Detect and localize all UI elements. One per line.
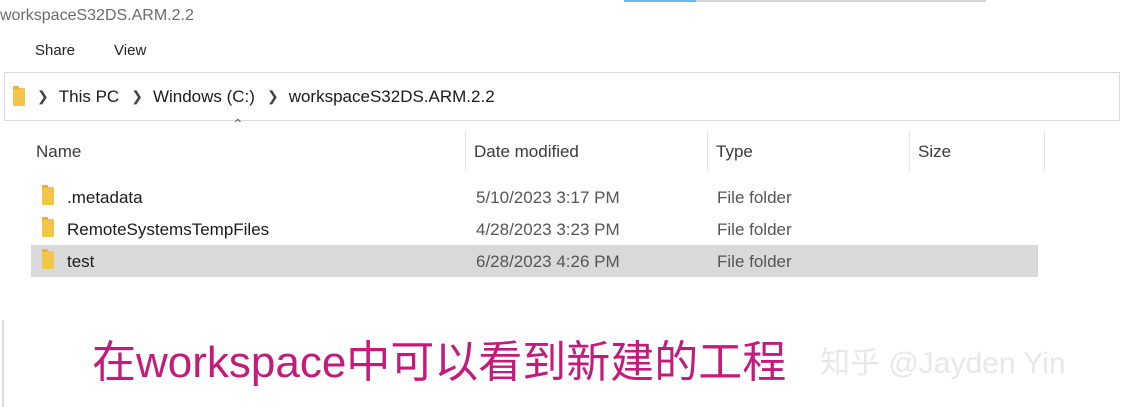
file-row-metadata[interactable]: .metadata 5/10/2023 3:17 PM File folder: [31, 181, 1038, 213]
column-header-date-modified[interactable]: Date modified: [466, 131, 708, 171]
breadcrumb-windows-c[interactable]: Windows (C:): [153, 87, 255, 107]
file-name: test: [67, 252, 95, 271]
column-header-row: ⌃ Name Date modified Type Size: [28, 117, 1045, 171]
file-row-test[interactable]: test 6/28/2023 4:26 PM File folder: [31, 245, 1038, 277]
navigation-pane-edge: [2, 320, 4, 407]
folder-icon: [13, 85, 25, 106]
column-header-name-label: Name: [36, 142, 82, 161]
chevron-right-icon[interactable]: ❯: [267, 88, 279, 105]
file-type: File folder: [717, 220, 792, 239]
sort-up-icon: ⌃: [232, 116, 244, 132]
tab-view[interactable]: View: [114, 38, 146, 64]
tab-strip: [696, 0, 986, 2]
file-type: File folder: [717, 252, 792, 271]
file-name: RemoteSystemsTempFiles: [67, 220, 270, 239]
file-date-modified: 6/28/2023 4:26 PM: [476, 252, 620, 271]
file-date-modified: 5/10/2023 3:17 PM: [476, 188, 620, 207]
column-header-name[interactable]: ⌃ Name: [28, 117, 466, 171]
ribbon-tabs: Share View: [0, 38, 146, 64]
active-tab-indicator: [624, 0, 696, 2]
breadcrumb-workspace[interactable]: workspaceS32DS.ARM.2.2: [289, 87, 495, 107]
folder-icon: [42, 185, 54, 205]
file-row-remotesystemstempfiles[interactable]: RemoteSystemsTempFiles 4/28/2023 3:23 PM…: [31, 213, 1038, 245]
file-name: .metadata: [67, 188, 143, 207]
annotation-caption: 在workspace中可以看到新建的工程: [92, 338, 787, 387]
chevron-right-icon[interactable]: ❯: [131, 88, 143, 105]
watermark: 知乎 @Jayden Yin: [820, 347, 1066, 380]
tab-share[interactable]: Share: [35, 38, 75, 64]
address-bar[interactable]: ❯ This PC ❯ Windows (C:) ❯ workspaceS32D…: [4, 72, 1120, 121]
file-type: File folder: [717, 188, 792, 207]
folder-icon: [42, 217, 54, 237]
file-date-modified: 4/28/2023 3:23 PM: [476, 220, 620, 239]
chevron-right-icon[interactable]: ❯: [37, 88, 49, 105]
file-list: .metadata 5/10/2023 3:17 PM File folder …: [31, 181, 1038, 277]
breadcrumb-this-pc[interactable]: This PC: [59, 87, 119, 107]
column-header-type[interactable]: Type: [708, 131, 910, 171]
folder-icon: [42, 249, 54, 269]
window-title: workspaceS32DS.ARM.2.2: [0, 7, 194, 24]
column-header-size[interactable]: Size: [910, 131, 1045, 171]
